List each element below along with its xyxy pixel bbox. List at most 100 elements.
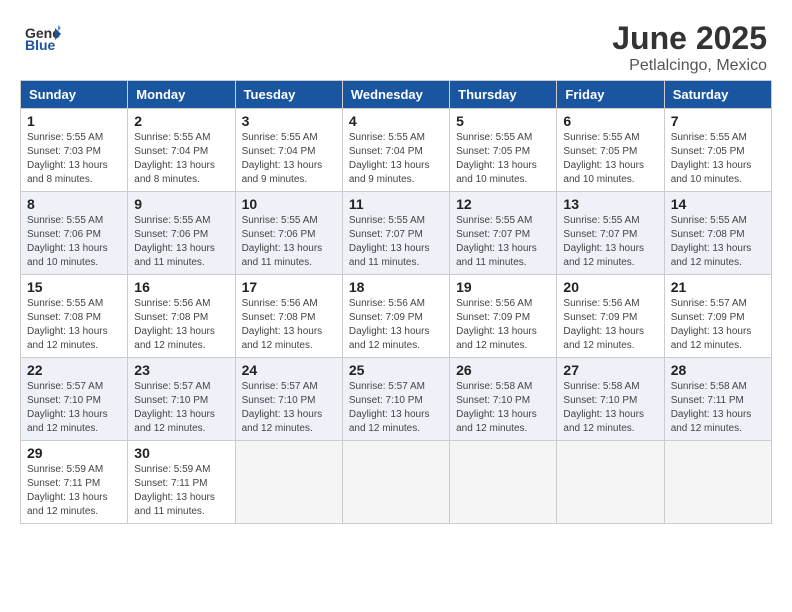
day-info: Sunrise: 5:57 AMSunset: 7:10 PMDaylight:… xyxy=(134,380,228,436)
day-number: 1 xyxy=(27,113,121,129)
day-number: 12 xyxy=(456,196,550,212)
day-number: 9 xyxy=(134,196,228,212)
day-info: Sunrise: 5:55 AMSunset: 7:07 PMDaylight:… xyxy=(456,214,550,270)
day-number: 11 xyxy=(349,196,443,212)
calendar-cell xyxy=(235,441,342,524)
day-number: 16 xyxy=(134,279,228,295)
calendar-cell: 29 Sunrise: 5:59 AMSunset: 7:11 PMDayligh… xyxy=(21,441,128,524)
calendar-cell xyxy=(450,441,557,524)
day-number: 14 xyxy=(671,196,765,212)
calendar-cell: 25Sunrise: 5:57 AMSunset: 7:10 PMDayligh… xyxy=(342,358,449,441)
day-info: Sunrise: 5:58 AMSunset: 7:10 PMDaylight:… xyxy=(456,380,550,436)
day-number: 27 xyxy=(563,362,657,378)
header-saturday: Saturday xyxy=(664,81,771,109)
calendar-cell: 20 Sunrise: 5:56 AMSunset: 7:09 PMDayligh… xyxy=(557,275,664,358)
calendar-row: 15Sunrise: 5:55 AMSunset: 7:08 PMDayligh… xyxy=(21,275,772,358)
calendar-cell xyxy=(342,441,449,524)
day-info: Sunrise: 5:55 AMSunset: 7:04 PMDaylight:… xyxy=(349,131,443,187)
calendar-cell: 28Sunrise: 5:58 AMSunset: 7:11 PMDayligh… xyxy=(664,358,771,441)
calendar-cell: 21 Sunrise: 5:57 AMSunset: 7:09 PMDayligh… xyxy=(664,275,771,358)
day-number: 3 xyxy=(242,113,336,129)
day-number: 2 xyxy=(134,113,228,129)
calendar-cell: 17Sunrise: 5:56 AMSunset: 7:08 PMDayligh… xyxy=(235,275,342,358)
day-number: 21 xyxy=(671,279,765,295)
page-header: General Blue June 2025 Petlalcingo, Mexi… xyxy=(10,10,782,80)
day-number: 10 xyxy=(242,196,336,212)
day-info: Sunrise: 5:55 AMSunset: 7:05 PMDaylight:… xyxy=(456,131,550,187)
day-number: 13 xyxy=(563,196,657,212)
calendar-cell: 8Sunrise: 5:55 AMSunset: 7:06 PMDaylight… xyxy=(21,192,128,275)
day-info: Sunrise: 5:55 AMSunset: 7:05 PMDaylight:… xyxy=(563,131,657,187)
day-info: Sunrise: 5:57 AMSunset: 7:09 PMDaylight:… xyxy=(671,297,765,353)
calendar-cell: 16 Sunrise: 5:56 AMSunset: 7:08 PMDayligh… xyxy=(128,275,235,358)
day-info: Sunrise: 5:57 AMSunset: 7:10 PMDaylight:… xyxy=(242,380,336,436)
calendar-cell: 3 Sunrise: 5:55 AMSunset: 7:04 PMDaylight… xyxy=(235,109,342,192)
title-area: June 2025 Petlalcingo, Mexico xyxy=(612,20,767,75)
day-number: 5 xyxy=(456,113,550,129)
day-info: Sunrise: 5:59 AMSunset: 7:11 PMDaylight:… xyxy=(27,463,121,519)
header-wednesday: Wednesday xyxy=(342,81,449,109)
calendar-cell: 4 Sunrise: 5:55 AMSunset: 7:04 PMDaylight… xyxy=(342,109,449,192)
day-info: Sunrise: 5:57 AMSunset: 7:10 PMDaylight:… xyxy=(27,380,121,436)
day-info: Sunrise: 5:59 AMSunset: 7:11 PMDaylight:… xyxy=(134,463,228,519)
calendar-cell: 26Sunrise: 5:58 AMSunset: 7:10 PMDayligh… xyxy=(450,358,557,441)
day-info: Sunrise: 5:56 AMSunset: 7:09 PMDaylight:… xyxy=(563,297,657,353)
calendar-cell: 18Sunrise: 5:56 AMSunset: 7:09 PMDayligh… xyxy=(342,275,449,358)
day-number: 6 xyxy=(563,113,657,129)
calendar-table: Sunday Monday Tuesday Wednesday Thursday… xyxy=(20,80,772,524)
calendar-cell: 2 Sunrise: 5:55 AMSunset: 7:04 PMDaylight… xyxy=(128,109,235,192)
header-thursday: Thursday xyxy=(450,81,557,109)
day-info: Sunrise: 5:55 AMSunset: 7:04 PMDaylight:… xyxy=(134,131,228,187)
calendar-cell: 10 Sunrise: 5:55 AMSunset: 7:06 PMDayligh… xyxy=(235,192,342,275)
day-info: Sunrise: 5:56 AMSunset: 7:08 PMDaylight:… xyxy=(242,297,336,353)
logo: General Blue xyxy=(25,20,61,61)
calendar-row: 29 Sunrise: 5:59 AMSunset: 7:11 PMDayligh… xyxy=(21,441,772,524)
header-monday: Monday xyxy=(128,81,235,109)
calendar-cell: 13 Sunrise: 5:55 AMSunset: 7:07 PMDayligh… xyxy=(557,192,664,275)
day-number: 22 xyxy=(27,362,121,378)
header-tuesday: Tuesday xyxy=(235,81,342,109)
day-info: Sunrise: 5:55 AMSunset: 7:05 PMDaylight:… xyxy=(671,131,765,187)
day-number: 20 xyxy=(563,279,657,295)
day-info: Sunrise: 5:55 AMSunset: 7:06 PMDaylight:… xyxy=(134,214,228,270)
calendar-cell: 11Sunrise: 5:55 AMSunset: 7:07 PMDayligh… xyxy=(342,192,449,275)
calendar-cell: 1 Sunrise: 5:55 AMSunset: 7:03 PMDaylight… xyxy=(21,109,128,192)
day-number: 23 xyxy=(134,362,228,378)
logo-icon: General Blue xyxy=(25,20,61,61)
day-info: Sunrise: 5:56 AMSunset: 7:09 PMDaylight:… xyxy=(456,297,550,353)
calendar-cell xyxy=(557,441,664,524)
calendar-cell: 5 Sunrise: 5:55 AMSunset: 7:05 PMDaylight… xyxy=(450,109,557,192)
day-number: 7 xyxy=(671,113,765,129)
calendar-cell: 19 Sunrise: 5:56 AMSunset: 7:09 PMDayligh… xyxy=(450,275,557,358)
calendar-cell: 6 Sunrise: 5:55 AMSunset: 7:05 PMDaylight… xyxy=(557,109,664,192)
day-number: 15 xyxy=(27,279,121,295)
calendar-cell: 7 Sunrise: 5:55 AMSunset: 7:05 PMDaylight… xyxy=(664,109,771,192)
day-info: Sunrise: 5:55 AMSunset: 7:04 PMDaylight:… xyxy=(242,131,336,187)
header-sunday: Sunday xyxy=(21,81,128,109)
calendar-cell: 12 Sunrise: 5:55 AMSunset: 7:07 PMDayligh… xyxy=(450,192,557,275)
day-info: Sunrise: 5:55 AMSunset: 7:07 PMDaylight:… xyxy=(563,214,657,270)
day-number: 19 xyxy=(456,279,550,295)
svg-text:Blue: Blue xyxy=(25,37,56,53)
calendar-cell xyxy=(664,441,771,524)
day-number: 29 xyxy=(27,445,121,461)
calendar-cell: 22 Sunrise: 5:57 AMSunset: 7:10 PMDayligh… xyxy=(21,358,128,441)
location-title: Petlalcingo, Mexico xyxy=(612,57,767,75)
day-info: Sunrise: 5:55 AMSunset: 7:06 PMDaylight:… xyxy=(242,214,336,270)
day-number: 4 xyxy=(349,113,443,129)
calendar-cell: 14 Sunrise: 5:55 AMSunset: 7:08 PMDayligh… xyxy=(664,192,771,275)
day-number: 24 xyxy=(242,362,336,378)
day-info: Sunrise: 5:58 AMSunset: 7:10 PMDaylight:… xyxy=(563,380,657,436)
month-title: June 2025 xyxy=(612,20,767,57)
day-info: Sunrise: 5:55 AMSunset: 7:08 PMDaylight:… xyxy=(671,214,765,270)
calendar-cell: 24 Sunrise: 5:57 AMSunset: 7:10 PMDayligh… xyxy=(235,358,342,441)
day-info: Sunrise: 5:56 AMSunset: 7:08 PMDaylight:… xyxy=(134,297,228,353)
day-number: 25 xyxy=(349,362,443,378)
calendar-cell: 23 Sunrise: 5:57 AMSunset: 7:10 PMDayligh… xyxy=(128,358,235,441)
day-info: Sunrise: 5:55 AMSunset: 7:06 PMDaylight:… xyxy=(27,214,121,270)
calendar-row: 1 Sunrise: 5:55 AMSunset: 7:03 PMDaylight… xyxy=(21,109,772,192)
day-number: 30 xyxy=(134,445,228,461)
header-friday: Friday xyxy=(557,81,664,109)
day-info: Sunrise: 5:55 AMSunset: 7:03 PMDaylight:… xyxy=(27,131,121,187)
day-number: 18 xyxy=(349,279,443,295)
